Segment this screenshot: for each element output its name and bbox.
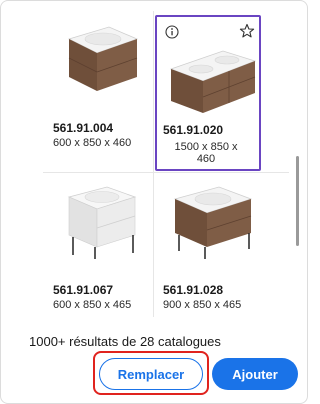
wood-vanity-thumbnail (67, 26, 139, 91)
white-vanity-thumbnail (67, 186, 137, 259)
product-code: 561.91.004 (53, 121, 114, 135)
product-card[interactable]: 561.91.067 600 x 850 x 465 (45, 173, 153, 331)
product-code: 561.91.028 (163, 283, 224, 297)
results-count: 1000+ résultats de 28 catalogues (29, 334, 221, 349)
product-card[interactable]: 561.91.004 600 x 850 x 460 (45, 11, 153, 169)
product-dimensions: 900 x 850 x 465 (163, 299, 242, 311)
product-code: 561.91.067 (53, 283, 114, 297)
scrollbar-thumb[interactable] (296, 156, 299, 246)
product-card[interactable]: 561.91.028 900 x 850 x 465 (155, 173, 263, 331)
product-code: 561.91.020 (163, 123, 224, 137)
add-button[interactable]: Ajouter (212, 358, 298, 390)
product-dimensions-text: 1500 x 850 x 460 (174, 141, 238, 165)
product-dimensions: 600 x 850 x 465 (53, 299, 132, 311)
wood-vanity-legs-thumbnail (173, 186, 253, 259)
product-dimensions: 600 x 850 x 460 (53, 137, 132, 149)
wood-double-vanity-thumbnail (169, 50, 257, 113)
grid-divider-vertical (153, 11, 154, 317)
product-card-selected[interactable]: 561.91.020 1500 x 850 x 460 (155, 15, 261, 171)
replace-button[interactable]: Remplacer (99, 358, 203, 390)
product-dimensions: 1500 x 850 x 460 (161, 141, 251, 165)
product-picker-panel: 561.91.004 600 x 850 x 460 561.91.020 15… (0, 0, 308, 404)
